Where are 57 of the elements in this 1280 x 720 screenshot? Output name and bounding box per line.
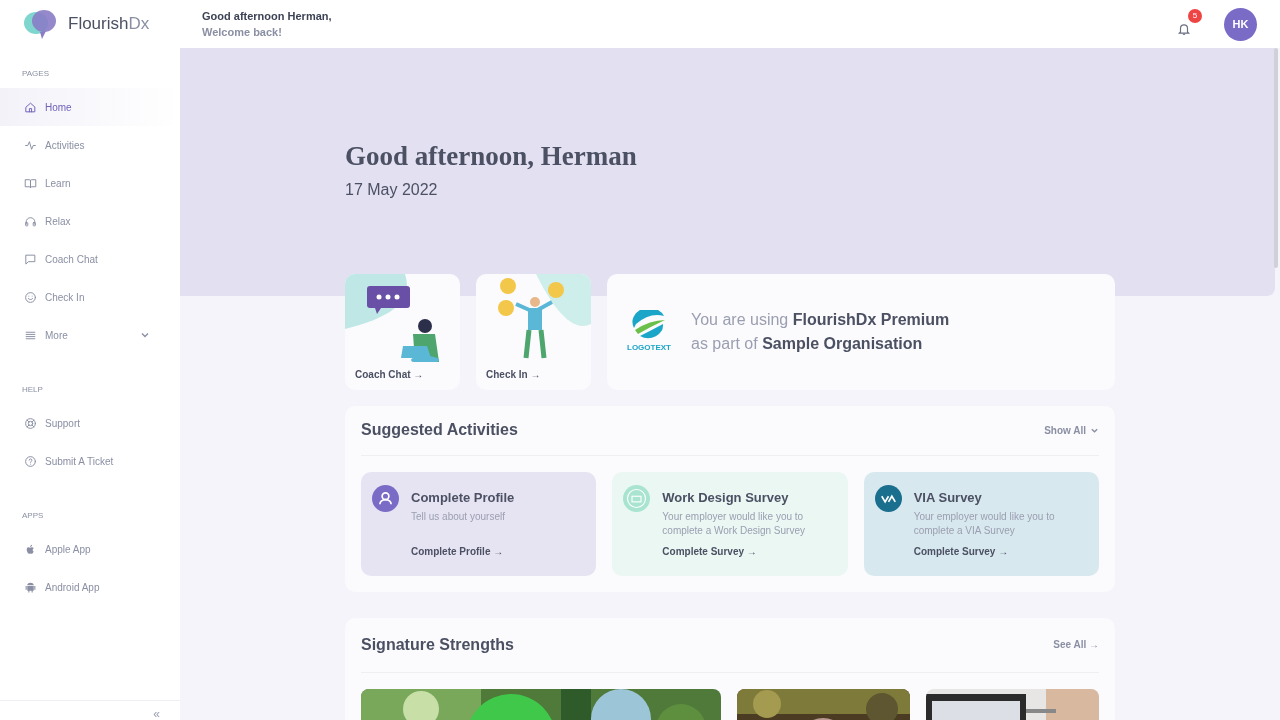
date-text: 17 May 2022 [345,179,439,200]
card-label: Check In → [485,367,542,382]
sidebar-item[interactable]: Learn [0,164,180,202]
home-icon [24,100,37,114]
sidebar-item[interactable]: Check In [0,278,180,316]
apple-icon [24,542,37,556]
collapse-sidebar-button[interactable]: « [153,708,160,720]
card-link[interactable]: Complete Survey → [913,544,1089,560]
notification-badge: 5 [1188,9,1202,23]
section-heading: HELP [21,384,44,396]
sidebar-item[interactable]: Relax [0,202,180,240]
book-icon [24,176,37,190]
chevron-down-icon [140,330,150,340]
plan-text: You are using FlourishDx Premium [691,309,950,330]
headphones-icon [24,214,37,228]
plan-text: as part of Sample Organisation [691,333,924,354]
card-title: VIA Survey [913,488,983,507]
bell-icon [1177,22,1191,36]
smiley-icon [24,290,37,304]
section-title: Signature Strengths [361,634,514,655]
sidebar-item[interactable]: Android App [0,568,180,606]
greeting-text: Good afternoon Herman, [202,8,332,24]
see-all-link[interactable]: See All → [1053,637,1099,653]
card-link[interactable]: Complete Survey → [662,544,838,560]
brand-logo[interactable]: FlourishDx [68,11,150,37]
section-title: Suggested Activities [361,420,518,441]
logo-text: LOGOTEXT [627,341,671,354]
card-link[interactable]: Complete Profile → [411,544,515,560]
sidebar-item[interactable]: Apple App [0,530,180,568]
section-heading: APPS [21,510,45,522]
sidebar-item[interactable]: Activities [0,126,180,164]
lifebuoy-icon [24,416,37,430]
android-icon [24,580,37,594]
card-label: Coach Chat → [354,367,425,382]
sidebar-item[interactable]: Coach Chat [0,240,180,278]
user-icon [372,484,399,512]
help-icon [24,454,37,468]
greeting-heading: Good afternoon, Herman [345,140,638,173]
welcome-text: Welcome back! [202,25,283,40]
show-all-button[interactable]: Show All [1044,422,1099,438]
card-title: Work Design Survey [662,488,790,507]
card-description: Your employer would like you to complete a Work Design Survey [662,510,806,539]
section-heading: PAGES [21,68,50,80]
shortcut-card[interactable]: Coach Chat → [345,273,460,390]
user-avatar[interactable]: HK [1224,7,1257,41]
pulse-icon [24,138,37,152]
sidebar-item[interactable]: More [0,316,180,354]
notifications-button[interactable]: 5 [1174,9,1202,39]
card-description: Your employer would like you to complete a VIA Survey [913,510,1056,539]
sidebar-item[interactable]: Support [0,404,180,442]
shortcut-card[interactable]: Check In → [476,273,591,390]
sidebar-item[interactable]: Submit A Ticket [0,442,180,480]
via-badge-icon [874,484,902,512]
card-description: Tell us about yourself [411,510,506,525]
card-title: Complete Profile [411,488,515,507]
chat-icon [24,252,37,266]
survey-badge-icon [623,484,651,512]
